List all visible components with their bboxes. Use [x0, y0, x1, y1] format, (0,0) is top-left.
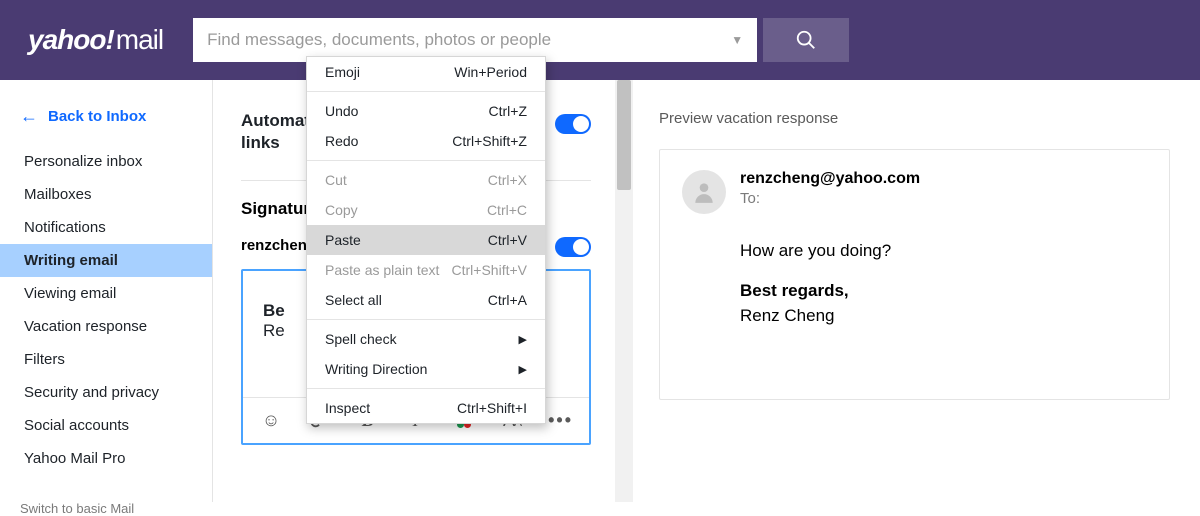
back-to-inbox-link[interactable]: ← Back to Inbox: [0, 102, 212, 145]
auto-link-toggle[interactable]: [555, 114, 591, 134]
auto-link-title: Automat links: [241, 110, 310, 154]
settings-sidebar: ← Back to Inbox Personalize inbox Mailbo…: [0, 80, 212, 502]
chevron-down-icon[interactable]: ▼: [731, 33, 743, 47]
sidebar-item-viewing-email[interactable]: Viewing email: [0, 277, 212, 310]
ctx-separator: [307, 160, 545, 161]
ctx-emoji[interactable]: EmojiWin+Period: [307, 57, 545, 87]
preview-label: Preview vacation response: [659, 110, 1170, 127]
ctx-paste-plain[interactable]: Paste as plain textCtrl+Shift+V: [307, 255, 545, 285]
ctx-copy[interactable]: CopyCtrl+C: [307, 195, 545, 225]
ctx-paste[interactable]: PasteCtrl+V: [307, 225, 545, 255]
ctx-spell-check[interactable]: Spell check▶: [307, 324, 545, 354]
preview-greeting: How are you doing?: [740, 238, 1147, 264]
search-button[interactable]: [763, 18, 849, 62]
sidebar-item-social[interactable]: Social accounts: [0, 409, 212, 442]
preview-body: How are you doing? Best regards, Renz Ch…: [682, 238, 1147, 329]
signature-toggle[interactable]: [555, 237, 591, 257]
search-input[interactable]: [207, 30, 723, 50]
top-bar: yahoo!mail ▼: [0, 0, 1200, 80]
ctx-separator: [307, 388, 545, 389]
scrollbar-track[interactable]: [615, 80, 633, 502]
ctx-inspect[interactable]: InspectCtrl+Shift+I: [307, 393, 545, 423]
preview-sender-name: Renz Cheng: [740, 303, 1147, 329]
sidebar-item-writing-email[interactable]: Writing email: [0, 244, 212, 277]
sidebar-item-security[interactable]: Security and privacy: [0, 376, 212, 409]
preview-from-email: renzcheng@yahoo.com: [740, 170, 920, 188]
emoji-icon[interactable]: ☺: [259, 410, 283, 431]
more-icon[interactable]: •••: [548, 410, 573, 431]
ctx-select-all[interactable]: Select allCtrl+A: [307, 285, 545, 315]
scrollbar-thumb[interactable]: [617, 80, 631, 190]
sidebar-item-vacation-response[interactable]: Vacation response: [0, 310, 212, 343]
ctx-undo[interactable]: UndoCtrl+Z: [307, 96, 545, 126]
settings-main: Automat links Signatur renzcheng Be Re ☺: [212, 80, 1200, 502]
sidebar-item-mailboxes[interactable]: Mailboxes: [0, 178, 212, 211]
sidebar-item-notifications[interactable]: Notifications: [0, 211, 212, 244]
ctx-separator: [307, 91, 545, 92]
preview-to-label: To:: [740, 190, 920, 207]
switch-basic-mail-link[interactable]: Switch to basic Mail: [0, 501, 212, 516]
ctx-separator: [307, 319, 545, 320]
yahoo-mail-logo: yahoo!mail: [28, 24, 163, 56]
search-icon: [795, 29, 817, 51]
context-menu[interactable]: EmojiWin+Period UndoCtrl+Z RedoCtrl+Shif…: [306, 56, 546, 424]
ctx-redo[interactable]: RedoCtrl+Shift+Z: [307, 126, 545, 156]
person-icon: [691, 179, 717, 205]
arrow-left-icon: ←: [20, 106, 38, 127]
ctx-cut[interactable]: CutCtrl+X: [307, 165, 545, 195]
preview-signoff: Best regards,: [740, 278, 1147, 304]
avatar: [682, 170, 726, 214]
sidebar-item-pro[interactable]: Yahoo Mail Pro: [0, 442, 212, 475]
sidebar-item-filters[interactable]: Filters: [0, 343, 212, 376]
chevron-right-icon: ▶: [519, 363, 527, 376]
signature-account-label: renzcheng: [241, 237, 316, 254]
back-to-inbox-label: Back to Inbox: [48, 108, 146, 125]
chevron-right-icon: ▶: [519, 333, 527, 346]
ctx-writing-direction[interactable]: Writing Direction▶: [307, 354, 545, 384]
preview-card: renzcheng@yahoo.com To: How are you doin…: [659, 149, 1170, 400]
preview-pane: Preview vacation response renzcheng@yaho…: [633, 80, 1200, 502]
sidebar-item-personalize[interactable]: Personalize inbox: [0, 145, 212, 178]
